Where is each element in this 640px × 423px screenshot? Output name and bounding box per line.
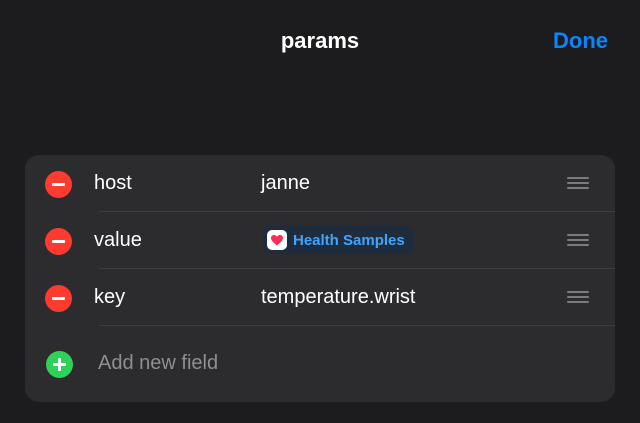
remove-field-button[interactable]: [45, 171, 72, 198]
field-row-key: key temperature.wrist: [25, 269, 615, 326]
remove-field-button[interactable]: [45, 228, 72, 255]
fields-list: host janne value Health Samples key temp…: [25, 155, 615, 402]
add-new-field-label[interactable]: Add new field: [98, 352, 218, 375]
heart-icon: [267, 230, 287, 250]
field-row-value: value Health Samples: [25, 212, 615, 269]
field-key[interactable]: host: [94, 172, 132, 195]
field-key[interactable]: value: [94, 229, 142, 252]
done-button[interactable]: Done: [553, 28, 608, 54]
reorder-handle-icon[interactable]: [567, 177, 589, 189]
divider: [99, 325, 615, 326]
remove-field-button[interactable]: [45, 285, 72, 312]
reorder-handle-icon[interactable]: [567, 234, 589, 246]
minus-icon: [52, 183, 65, 186]
health-samples-variable-token[interactable]: Health Samples: [263, 226, 413, 254]
minus-icon: [52, 240, 65, 243]
params-sheet: params Done host janne value Health Samp…: [0, 0, 640, 423]
field-value[interactable]: temperature.wrist: [261, 286, 416, 309]
field-key[interactable]: key: [94, 286, 125, 309]
page-title: params: [280, 28, 360, 53]
reorder-handle-icon[interactable]: [567, 291, 589, 303]
field-row-host: host janne: [25, 155, 615, 212]
field-value[interactable]: janne: [261, 172, 310, 195]
add-field-button[interactable]: [46, 351, 73, 378]
minus-icon: [52, 297, 65, 300]
token-label: Health Samples: [293, 231, 405, 249]
